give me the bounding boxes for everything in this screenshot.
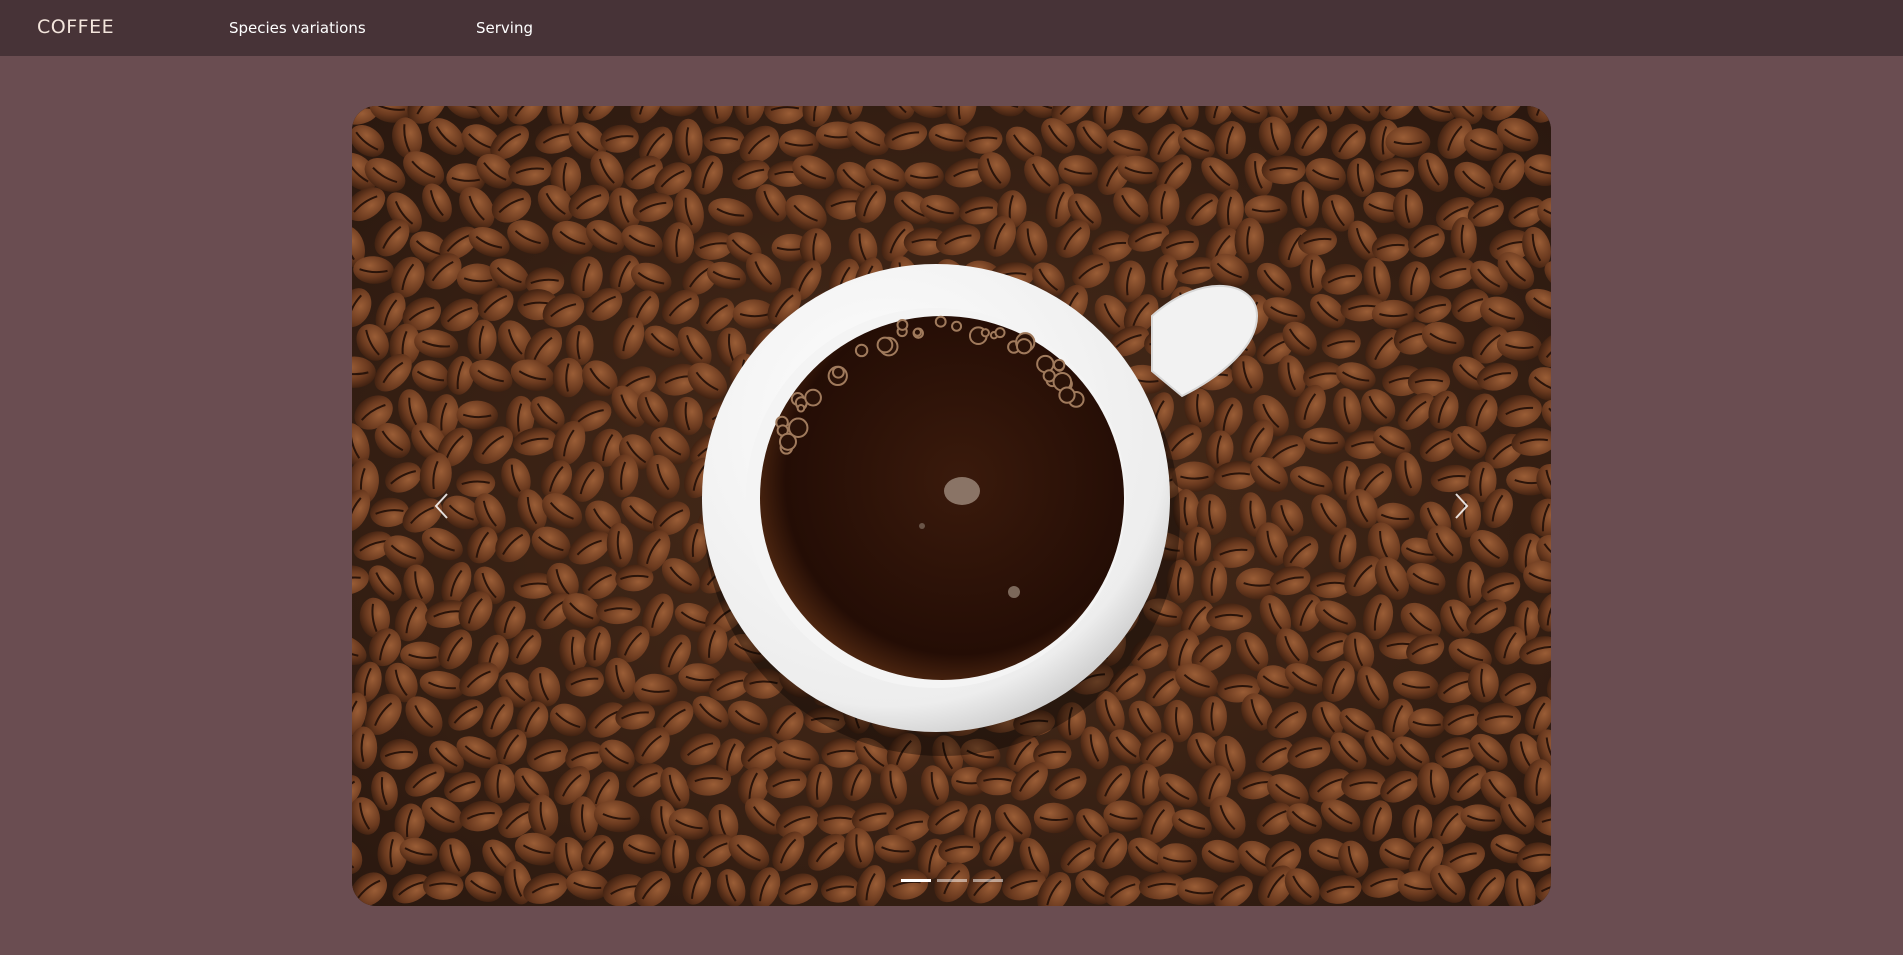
carousel-indicator-2[interactable]	[936, 879, 967, 882]
top-navbar: COFFEE Species variations Serving	[0, 0, 1903, 56]
carousel-prev-button[interactable]	[412, 466, 472, 546]
carousel-indicators	[352, 879, 1551, 882]
carousel-next-button[interactable]	[1431, 466, 1491, 546]
carousel-indicator-3[interactable]	[972, 879, 1003, 882]
chevron-left-icon	[434, 493, 448, 519]
nav-link-serving[interactable]: Serving	[476, 19, 533, 37]
chevron-right-icon	[1455, 493, 1469, 519]
brand-link[interactable]: COFFEE	[37, 16, 114, 38]
image-carousel	[352, 106, 1551, 906]
coffee-cup-slide-image	[352, 106, 1551, 906]
carousel-indicator-1[interactable]	[900, 879, 931, 882]
nav-link-species-variations[interactable]: Species variations	[229, 19, 366, 37]
